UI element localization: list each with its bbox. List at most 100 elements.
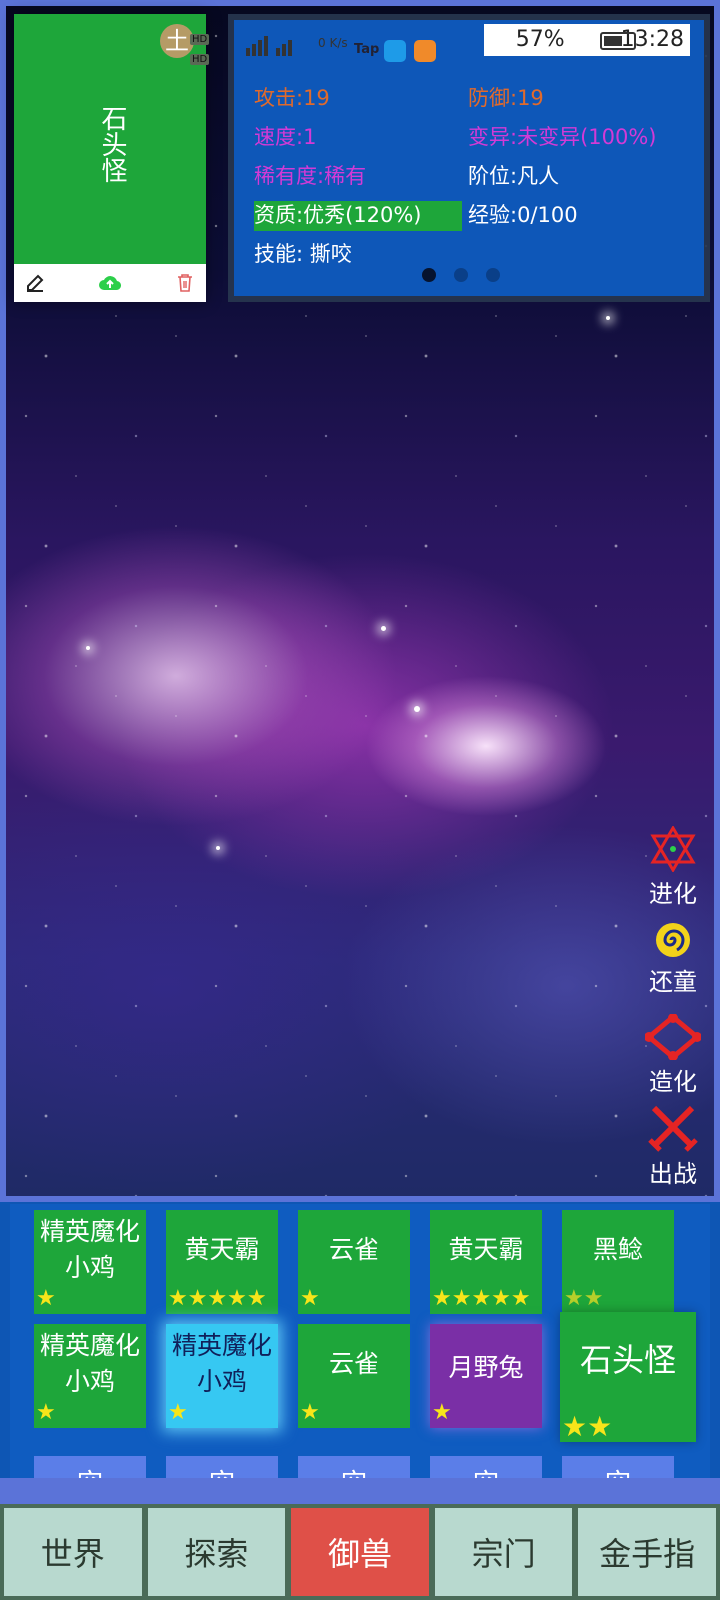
play-app-icon [414, 40, 436, 62]
pet-stars: ★ [432, 1402, 452, 1424]
star-icon: ★★★★★ [168, 1286, 267, 1311]
pet-slot[interactable]: 黑鲶 ★★ [562, 1210, 674, 1314]
attack-stat: 攻击:19 [254, 86, 330, 110]
pet-slot[interactable]: 黄天霸 ★★★★★ [430, 1210, 542, 1314]
battery-percent: 57% [515, 27, 565, 52]
star-icon: ★ [36, 1286, 56, 1311]
crossed-swords-icon [648, 1105, 698, 1152]
exp-stat: 经验:0/100 [468, 203, 578, 227]
pet-slot[interactable]: 月野兔 ★ [430, 1324, 542, 1428]
pet-slot-name: 黄天霸 [448, 1235, 524, 1264]
edit-icon[interactable] [24, 272, 46, 294]
star [86, 646, 90, 650]
hd-tag: HD [190, 54, 210, 65]
pet-slot[interactable]: 石头怪 ★★ [560, 1312, 696, 1442]
star [216, 846, 220, 850]
star-icon: ★ [36, 1400, 56, 1425]
defense-stat: 防御:19 [468, 86, 544, 110]
pet-stars: ★★ [562, 1410, 613, 1443]
search-app-icon [384, 40, 406, 62]
net-speed: 0 K/s [318, 36, 348, 50]
page-dot-1[interactable] [422, 268, 436, 282]
pet-slot[interactable]: 精英魔化小鸡 ★ [34, 1324, 146, 1428]
page-dot-3[interactable] [486, 268, 500, 282]
pet-stars: ★ [168, 1402, 188, 1424]
rank-stat: 阶位:凡人 [468, 164, 560, 188]
pet-slot[interactable]: 黄天霸 ★★★★★ [166, 1210, 278, 1314]
star-icon: ★★ [562, 1410, 613, 1443]
pet-stars: ★ [300, 1288, 320, 1310]
star-icon: ★ [300, 1400, 320, 1425]
empty-pet-slot[interactable]: 空 [562, 1456, 674, 1478]
evolve-label: 进化 [649, 880, 697, 908]
pet-grid: 精英魔化小鸡 ★ 黄天霸 ★★★★★ 云雀 ★ 黄天霸 ★★★★★ 黑鲶 ★★ … [0, 1196, 720, 1478]
empty-pet-slot[interactable]: 空 [298, 1456, 410, 1478]
notification-avatar: 土 [160, 24, 194, 58]
trash-icon[interactable] [174, 272, 196, 294]
pet-slot-name: 黄天霸 [184, 1235, 260, 1264]
hd-tag: HD [190, 34, 210, 45]
pet-stars: ★ [300, 1402, 320, 1424]
empty-pet-slot[interactable]: 空 [430, 1456, 542, 1478]
star-icon: ★ [432, 1400, 452, 1425]
skill-stat: 技能: 撕咬 [254, 242, 352, 266]
pet-slot[interactable]: 精英魔化小鸡 ★ [34, 1210, 146, 1314]
pet-grid-inner: 精英魔化小鸡 ★ 黄天霸 ★★★★★ 云雀 ★ 黄天霸 ★★★★★ 黑鲶 ★★ … [10, 1204, 710, 1478]
tap-app-icon: Tap [354, 42, 380, 57]
page-indicator[interactable] [422, 268, 500, 282]
clock: 57% 13:28 [484, 24, 690, 56]
pet-slot-name: 精英魔化小鸡 [39, 1217, 140, 1282]
nav-beast-taming[interactable]: 御兽 [291, 1508, 429, 1596]
pet-stars: ★★★★★ [168, 1288, 267, 1310]
pet-card-name: 石头怪 [97, 105, 127, 183]
rarity-stat: 稀有度:稀有 [254, 164, 367, 188]
swirl-icon [656, 923, 690, 957]
pet-slot-name: 精英魔化小鸡 [171, 1331, 272, 1396]
rejuvenate-label: 还童 [649, 968, 697, 996]
pet-slot[interactable]: 云雀 ★ [298, 1324, 410, 1428]
star-icon: ★ [300, 1286, 320, 1311]
pet-slot-name: 云雀 [328, 1235, 379, 1264]
nav-explore[interactable]: 探索 [147, 1508, 286, 1596]
nav-separator [0, 1478, 720, 1504]
creation-button[interactable]: 造化 [638, 1014, 708, 1097]
hexagram-icon [650, 826, 696, 872]
pet-slot-selected[interactable]: 精英魔化小鸡 ★ [166, 1324, 278, 1428]
bottom-nav: 世界 探索 御兽 宗门 金手指 [0, 1504, 720, 1600]
pet-slot-name: 精英魔化小鸡 [39, 1331, 140, 1396]
star-icon: ★ [168, 1400, 188, 1425]
nav-world[interactable]: 世界 [4, 1508, 142, 1596]
signal-icon [246, 36, 292, 56]
pet-stars: ★★ [564, 1288, 603, 1310]
empty-pet-slot[interactable]: 空 [166, 1456, 278, 1478]
pet-slot[interactable]: 云雀 ★ [298, 1210, 410, 1314]
creation-label: 造化 [649, 1068, 697, 1096]
pet-slot-name: 黑鲶 [592, 1235, 643, 1264]
pet-slot-name: 云雀 [328, 1349, 379, 1378]
pet-stars: ★ [36, 1402, 56, 1424]
pet-slot-name: 月野兔 [448, 1353, 524, 1382]
pet-stars: ★ [36, 1288, 56, 1310]
empty-pet-slot[interactable]: 空 [34, 1456, 146, 1478]
page-dot-2[interactable] [454, 268, 468, 282]
pet-card-toolbar [14, 264, 206, 302]
star-icon: ★★★★★ [432, 1286, 531, 1311]
star [606, 316, 610, 320]
pet-stars: ★★★★★ [432, 1288, 531, 1310]
rejuvenate-button[interactable]: 还童 [638, 920, 708, 997]
cloud-upload-icon[interactable] [99, 272, 121, 294]
diamond-ring-icon [645, 1014, 701, 1060]
pet-slot-name: 石头怪 [579, 1341, 676, 1379]
quality-stat: 资质:优秀(120%) [254, 203, 422, 227]
nav-golden-finger[interactable]: 金手指 [578, 1508, 716, 1596]
battery-icon [600, 32, 636, 50]
battle-button[interactable]: 出战 [638, 1104, 708, 1189]
star [381, 626, 386, 631]
nav-sect[interactable]: 宗门 [434, 1508, 573, 1596]
star [414, 706, 420, 712]
speed-stat: 速度:1 [254, 125, 317, 149]
mutation-stat: 变异:未变异(100%) [468, 125, 657, 149]
star-icon: ★★ [564, 1286, 604, 1311]
system-status-bar: 土 HD HD 0 K/s Tap 57% 13:28 [160, 20, 690, 66]
evolve-button[interactable]: 进化 [638, 826, 708, 909]
